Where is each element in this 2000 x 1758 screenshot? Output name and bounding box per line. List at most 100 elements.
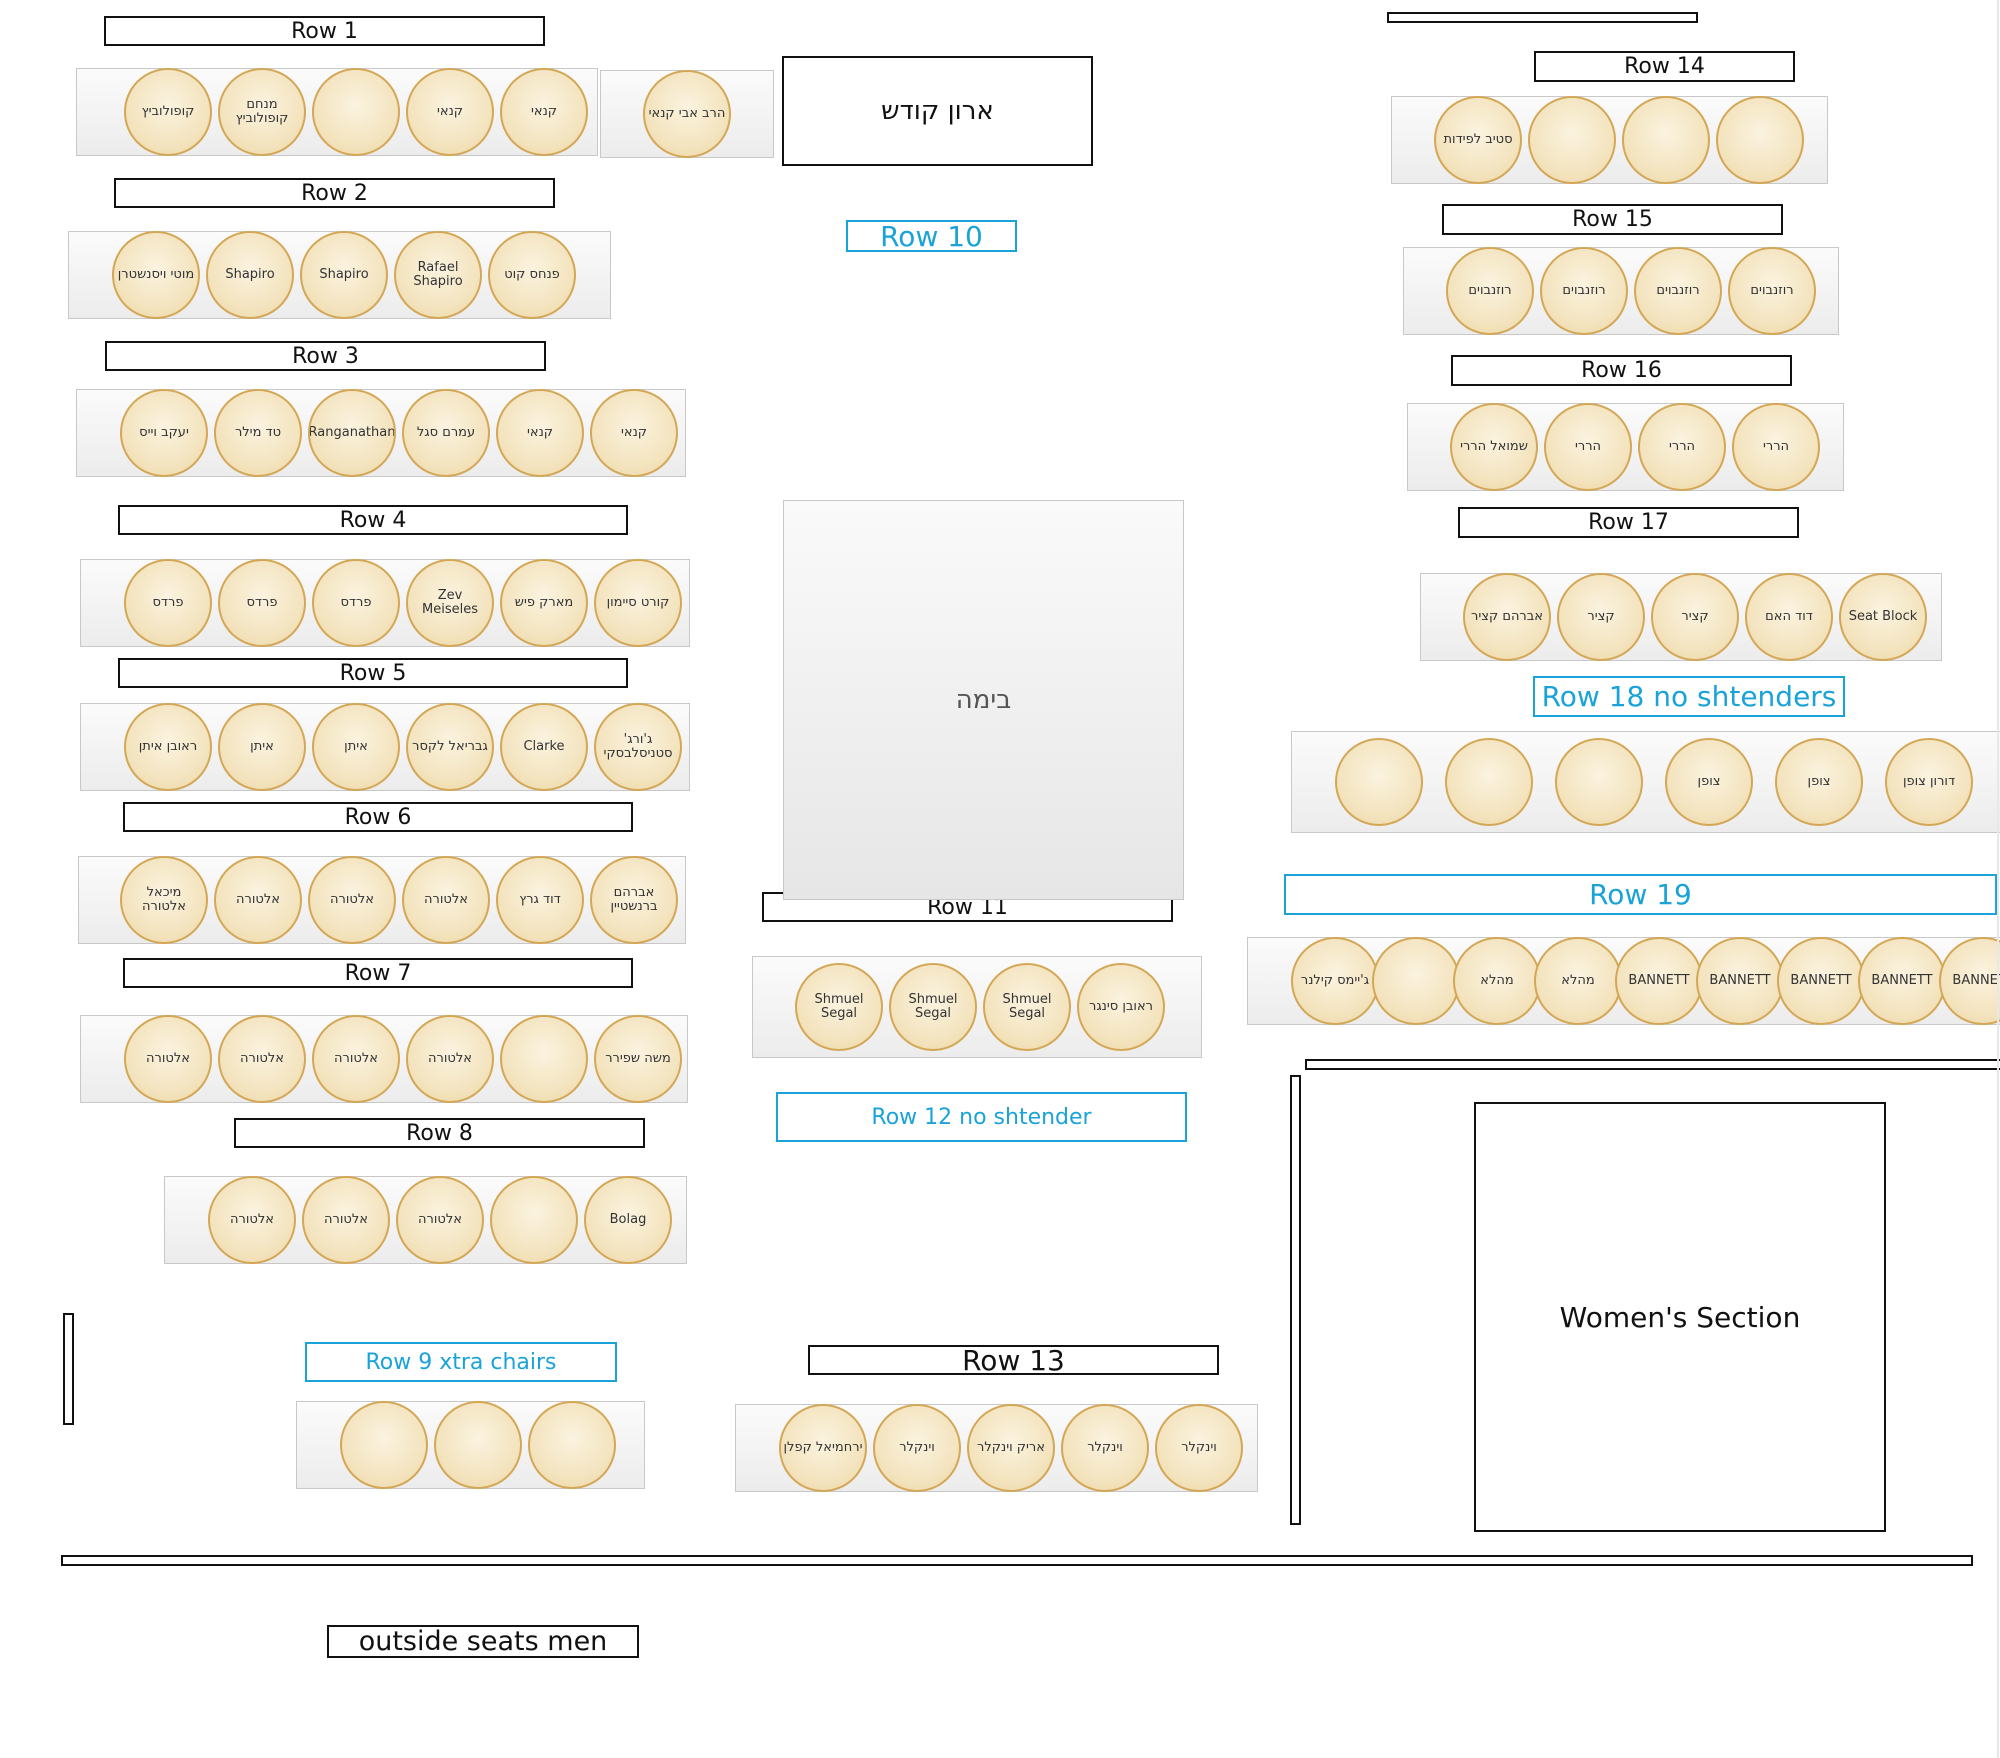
row-16-seat[interactable]: רוזנבוים: [1634, 247, 1722, 335]
row-10-seat[interactable]: [434, 1401, 522, 1489]
row-8-seat[interactable]: [500, 1015, 588, 1103]
womens-section-box: Women's Section: [1474, 1102, 1886, 1532]
row-1-seat[interactable]: קנאי: [406, 68, 494, 156]
row-12-seat[interactable]: ראובן סינגר: [1077, 963, 1165, 1051]
left-wall: [63, 1313, 74, 1425]
row-20-seat[interactable]: ג'יימס קילנר: [1291, 937, 1379, 1025]
row-1-seat[interactable]: קנאי: [500, 68, 588, 156]
row-18-seat[interactable]: Seat Block: [1839, 573, 1927, 661]
row-6-seat[interactable]: Clarke: [500, 703, 588, 791]
row-7-label: Row 6: [123, 802, 633, 832]
row-8-seat[interactable]: אלטורה: [124, 1015, 212, 1103]
row-3-seat[interactable]: מוטי ויסנשטרן: [112, 231, 200, 319]
row-20-seat[interactable]: מהלא: [1453, 937, 1541, 1025]
row-6-seat[interactable]: איתן: [312, 703, 400, 791]
row-15-label: Row 14: [1534, 51, 1795, 82]
row-4-seat[interactable]: קנאי: [496, 389, 584, 477]
row-17-seat[interactable]: הררי: [1544, 403, 1632, 491]
row-17-seat[interactable]: שמואל הררי: [1450, 403, 1538, 491]
row-12-seat[interactable]: Shmuel Segal: [795, 963, 883, 1051]
outside-seats-label: outside seats men: [327, 1625, 639, 1658]
row-19-seat[interactable]: [1335, 738, 1423, 826]
row-19-seat[interactable]: צופן: [1775, 738, 1863, 826]
row-8-seat[interactable]: אלטורה: [218, 1015, 306, 1103]
row-14-seat[interactable]: וינקלר: [1061, 1404, 1149, 1492]
row-10-seat[interactable]: [528, 1401, 616, 1489]
row-20-seat[interactable]: BANNETT: [1777, 937, 1865, 1025]
row-8-label: Row 7: [123, 958, 633, 988]
row-16-seat[interactable]: רוזנבוים: [1540, 247, 1628, 335]
row-20-seat[interactable]: [1372, 937, 1460, 1025]
womens-divider-horizontal: [1305, 1059, 2000, 1070]
row-4-seat[interactable]: עמרם סגל: [402, 389, 490, 477]
row-5-seat[interactable]: פרדס: [312, 559, 400, 647]
row-7-seat[interactable]: אברהם ברנשטיין: [590, 856, 678, 944]
row-6-seat[interactable]: ראובן איתן: [124, 703, 212, 791]
row-18-seat[interactable]: אברהם קציר: [1463, 573, 1551, 661]
row-5-seat[interactable]: פרדס: [218, 559, 306, 647]
row-6-seat[interactable]: איתן: [218, 703, 306, 791]
row-6-seat[interactable]: גבריאל לקסר: [406, 703, 494, 791]
row-14-seat[interactable]: ירחמיאל קפלן: [779, 1404, 867, 1492]
row-20-seat[interactable]: מהלא: [1534, 937, 1622, 1025]
row-12-seat[interactable]: Shmuel Segal: [983, 963, 1071, 1051]
row-18-seat[interactable]: קציר: [1651, 573, 1739, 661]
row-18-seat[interactable]: דוד האם: [1745, 573, 1833, 661]
row-18-seat[interactable]: קציר: [1557, 573, 1645, 661]
row-19-seat[interactable]: דורון צופן: [1885, 738, 1973, 826]
row-7-seat[interactable]: אלטורה: [308, 856, 396, 944]
row-14-seat[interactable]: וינקלר: [873, 1404, 961, 1492]
row-3-seat[interactable]: Rafael Shapiro: [394, 231, 482, 319]
row-7-seat[interactable]: דוד גרץ: [496, 856, 584, 944]
row-14-seat[interactable]: אריק וינקלר: [967, 1404, 1055, 1492]
row-15-seat[interactable]: [1716, 96, 1804, 184]
row-20-seat[interactable]: BANNETT: [1858, 937, 1946, 1025]
row-7-seat[interactable]: אלטורה: [214, 856, 302, 944]
row-17-seat[interactable]: הררי: [1638, 403, 1726, 491]
row-3-seat[interactable]: פנחס קוט: [488, 231, 576, 319]
row-9-seat[interactable]: [490, 1176, 578, 1264]
row-10-seat[interactable]: [340, 1401, 428, 1489]
row-15-seat[interactable]: [1622, 96, 1710, 184]
row-9-seat[interactable]: אלטורה: [302, 1176, 390, 1264]
row-4-seat[interactable]: יעקב וייס: [120, 389, 208, 477]
row-12-seat[interactable]: Shmuel Segal: [889, 963, 977, 1051]
row-4-label: Row 3: [105, 341, 546, 371]
row-7-seat[interactable]: מיכאל אלטורה: [120, 856, 208, 944]
ark-label: ארון קודש: [881, 96, 994, 126]
row-8-seat[interactable]: אלטורה: [406, 1015, 494, 1103]
row-4-seat[interactable]: קנאי: [590, 389, 678, 477]
row-8-seat[interactable]: משה שפירר: [594, 1015, 682, 1103]
row-2-seat[interactable]: הרב אבי קנאי: [643, 70, 731, 158]
row-3-seat[interactable]: Shapiro: [206, 231, 294, 319]
row-4-seat[interactable]: Ranganathan: [308, 389, 396, 477]
row-19-seat[interactable]: צופן: [1665, 738, 1753, 826]
row-19-seat[interactable]: [1445, 738, 1533, 826]
row-5-seat[interactable]: פרדס: [124, 559, 212, 647]
row-1-seat[interactable]: מנחם קופולוביץ: [218, 68, 306, 156]
row-20-seat[interactable]: BANNETT: [1696, 937, 1784, 1025]
row-3-seat[interactable]: Shapiro: [300, 231, 388, 319]
row-17-seat[interactable]: הררי: [1732, 403, 1820, 491]
row-5-seat[interactable]: Zev Meiseles: [406, 559, 494, 647]
row-9-seat[interactable]: אלטורה: [208, 1176, 296, 1264]
row-16-seat[interactable]: רוזנבוים: [1728, 247, 1816, 335]
row-16-seat[interactable]: רוזנבוים: [1446, 247, 1534, 335]
row-9-seat[interactable]: אלטורה: [396, 1176, 484, 1264]
row-13-label: Row 12 no shtender: [776, 1092, 1187, 1142]
row-8-seat[interactable]: אלטורה: [312, 1015, 400, 1103]
row-7-seat[interactable]: אלטורה: [402, 856, 490, 944]
row-15-seat[interactable]: סטיב לפידות: [1434, 96, 1522, 184]
row-14-seat[interactable]: וינקלר: [1155, 1404, 1243, 1492]
row-5-seat[interactable]: קורט סיימון: [594, 559, 682, 647]
row-14-label: Row 13: [808, 1344, 1219, 1377]
row-15-seat[interactable]: [1528, 96, 1616, 184]
row-1-seat[interactable]: [312, 68, 400, 156]
row-1-seat[interactable]: קופולוביץ: [124, 68, 212, 156]
row-19-seat[interactable]: [1555, 738, 1643, 826]
row-20-seat[interactable]: BANNETT: [1615, 937, 1703, 1025]
row-9-seat[interactable]: Bolag: [584, 1176, 672, 1264]
row-6-seat[interactable]: ג'ורג' סטניסלבסקי: [594, 703, 682, 791]
row-4-seat[interactable]: טד מילר: [214, 389, 302, 477]
row-5-seat[interactable]: מארק פיש: [500, 559, 588, 647]
